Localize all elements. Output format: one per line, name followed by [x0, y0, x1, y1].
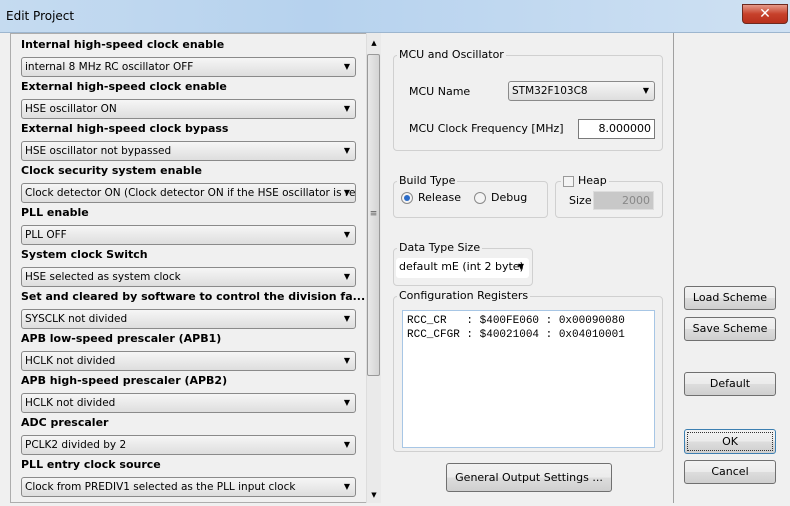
chevron-down-icon: ▼: [343, 398, 350, 407]
setting-select[interactable]: PCLK2 divided by 2 ▼: [21, 435, 356, 455]
setting-value: HSE oscillator ON: [25, 103, 117, 115]
chevron-down-icon: ▼: [343, 230, 350, 239]
scroll-up-icon[interactable]: ▲: [367, 39, 381, 47]
setting-select[interactable]: Clock detector ON (Clock detector ON if …: [21, 183, 356, 203]
setting-value: SYSCLK not divided: [25, 313, 128, 325]
setting-label: Internal high-speed clock enable: [21, 38, 225, 51]
mcu-name-select[interactable]: STM32F103C8 ▼: [508, 81, 655, 101]
default-button[interactable]: Default: [684, 372, 776, 396]
chevron-down-icon: ▼: [343, 356, 350, 365]
heap-checkbox[interactable]: [563, 176, 574, 187]
setting-value: Clock from PREDIV1 selected as the PLL i…: [25, 481, 296, 493]
setting-value: HSE selected as system clock: [25, 271, 181, 283]
settings-list: Internal high-speed clock enable internal…: [10, 33, 367, 503]
setting-label: Set and cleared by software to control t…: [21, 290, 366, 303]
setting-label: APB high-speed prescaler (APB2): [21, 374, 228, 387]
chevron-down-icon: ▼: [343, 440, 350, 449]
mcu-freq-input[interactable]: 8.000000: [578, 119, 655, 139]
release-label[interactable]: Release: [418, 191, 461, 204]
setting-value: HCLK not divided: [25, 355, 116, 367]
scroll-down-icon[interactable]: ▼: [367, 491, 381, 499]
chevron-down-icon: ▼: [343, 146, 350, 155]
setting-label: PLL enable: [21, 206, 89, 219]
chevron-down-icon: ▼: [642, 86, 649, 95]
setting-label: External high-speed clock bypass: [21, 122, 229, 135]
mcu-name-label: MCU Name: [409, 85, 471, 98]
chevron-down-icon: ▼: [343, 482, 350, 491]
close-button[interactable]: ✕: [742, 4, 788, 24]
heap-size-label: Size: [569, 194, 592, 207]
save-scheme-button[interactable]: Save Scheme: [684, 317, 776, 341]
mcu-freq-label: MCU Clock Frequency [MHz]: [409, 122, 564, 135]
datatype-title: Data Type Size: [397, 241, 483, 254]
setting-select[interactable]: HSE oscillator ON ▼: [21, 99, 356, 119]
heap-size-input[interactable]: 2000: [593, 191, 654, 210]
title-bar: [0, 0, 790, 33]
mcu-name-value: STM32F103C8: [512, 85, 588, 97]
chevron-down-icon: ▼: [343, 188, 350, 197]
release-radio[interactable]: [401, 192, 413, 204]
register-line: RCC_CFGR : $40021004 : 0x04010001: [407, 329, 625, 341]
config-title: Configuration Registers: [397, 289, 531, 302]
setting-select[interactable]: internal 8 MHz RC oscillator OFF ▼: [21, 57, 356, 77]
config-registers-text[interactable]: RCC_CR : $400FE060 : 0x00090080 RCC_CFGR …: [402, 310, 655, 448]
setting-select[interactable]: HSE selected as system clock ▼: [21, 267, 356, 287]
setting-value: PLL OFF: [25, 229, 67, 241]
chevron-down-icon: ▼: [517, 262, 524, 271]
cancel-button[interactable]: Cancel: [684, 460, 776, 484]
setting-select[interactable]: HSE oscillator not bypassed ▼: [21, 141, 356, 161]
setting-value: HSE oscillator not bypassed: [25, 145, 172, 157]
setting-select[interactable]: PLL OFF ▼: [21, 225, 356, 245]
scrollbar-thumb[interactable]: ≡: [367, 54, 380, 376]
debug-radio[interactable]: [474, 192, 486, 204]
ok-button[interactable]: OK: [684, 429, 776, 454]
chevron-down-icon: ▼: [343, 314, 350, 323]
window-title: Edit Project: [6, 9, 75, 23]
setting-label: System clock Switch: [21, 248, 148, 261]
setting-label: PLL entry clock source: [21, 458, 161, 471]
general-output-settings-button[interactable]: General Output Settings ...: [446, 463, 612, 492]
setting-select[interactable]: SYSCLK not divided ▼: [21, 309, 356, 329]
chevron-down-icon: ▼: [343, 62, 350, 71]
build-type-title: Build Type: [397, 174, 458, 187]
mcu-group-title: MCU and Oscillator: [397, 48, 506, 61]
setting-label: External high-speed clock enable: [21, 80, 227, 93]
datatype-select[interactable]: default mE (int 2 byte) ▼: [396, 258, 529, 278]
chevron-down-icon: ▼: [343, 104, 350, 113]
setting-label: Clock security system enable: [21, 164, 202, 177]
setting-select[interactable]: Clock from PREDIV1 selected as the PLL i…: [21, 477, 356, 497]
divider: [673, 33, 674, 503]
load-scheme-button[interactable]: Load Scheme: [684, 286, 776, 310]
debug-label[interactable]: Debug: [491, 191, 527, 204]
setting-value: internal 8 MHz RC oscillator OFF: [25, 61, 194, 73]
setting-select[interactable]: HCLK not divided ▼: [21, 393, 356, 413]
setting-value: PCLK2 divided by 2: [25, 439, 127, 451]
heap-label[interactable]: Heap: [578, 174, 607, 187]
chevron-down-icon: ▼: [343, 272, 350, 281]
setting-select[interactable]: HCLK not divided ▼: [21, 351, 356, 371]
setting-value: HCLK not divided: [25, 397, 116, 409]
register-line: RCC_CR : $400FE060 : 0x00090080: [407, 315, 625, 327]
setting-label: APB low-speed prescaler (APB1): [21, 332, 222, 345]
datatype-value: default mE (int 2 byte): [399, 260, 524, 273]
setting-label: ADC prescaler: [21, 416, 109, 429]
setting-value: Clock detector ON (Clock detector ON if …: [25, 187, 356, 199]
